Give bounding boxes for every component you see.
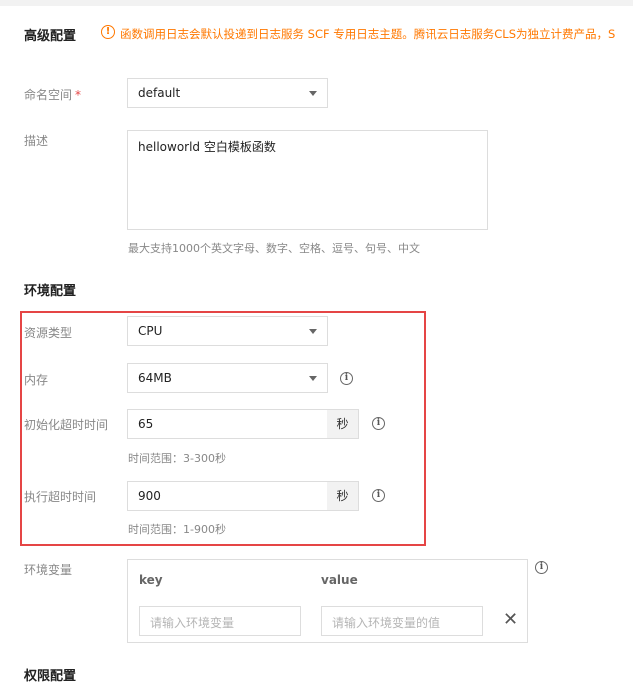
- namespace-label: 命名空间 *: [24, 86, 81, 103]
- memory-info-icon[interactable]: i: [340, 372, 353, 385]
- permissions-title: 权限配置: [24, 669, 77, 684]
- description-hint: 最大支持1000个英文字母、数字、空格、逗号、句号、中文: [128, 242, 420, 255]
- resource-type-value: CPU: [138, 324, 163, 338]
- init-timeout-value: 65: [138, 417, 154, 431]
- env-vars-label: 环境变量: [24, 563, 73, 577]
- init-timeout-unit: 秒: [327, 409, 359, 439]
- exec-timeout-hint: 时间范围：1-900秒: [128, 523, 226, 536]
- chevron-down-icon: [309, 329, 317, 334]
- env-value-header: value: [321, 573, 358, 587]
- resource-type-select[interactable]: CPU: [127, 316, 328, 346]
- warning-icon: !: [101, 25, 115, 39]
- exec-timeout-input[interactable]: 900: [127, 481, 328, 511]
- exec-timeout-unit: 秒: [327, 481, 359, 511]
- top-divider: [0, 0, 633, 6]
- env-vars-info-icon[interactable]: i: [535, 561, 548, 574]
- memory-select[interactable]: 64MB: [127, 363, 328, 393]
- exec-timeout-label: 执行超时时间: [24, 490, 97, 504]
- env-key-input[interactable]: 请输入环境变量: [139, 606, 301, 636]
- close-icon[interactable]: ✕: [503, 610, 518, 630]
- init-timeout-label: 初始化超时时间: [24, 418, 109, 432]
- description-textarea[interactable]: helloworld 空白模板函数: [127, 130, 488, 230]
- cls-notice: 函数调用日志会默认投递到日志服务 SCF 专用日志主题。腾讯云日志服务CLS为独…: [120, 27, 616, 41]
- memory-label: 内存: [24, 373, 49, 387]
- required-mark: *: [75, 88, 82, 102]
- description-label: 描述: [24, 134, 49, 148]
- namespace-label-text: 命名空间: [24, 88, 73, 102]
- env-value-input[interactable]: 请输入环境变量的值: [321, 606, 483, 636]
- namespace-value: default: [138, 86, 181, 100]
- init-timeout-input[interactable]: 65: [127, 409, 328, 439]
- env-key-header: key: [139, 573, 163, 587]
- env-config-title: 环境配置: [24, 284, 77, 299]
- namespace-select[interactable]: default: [127, 78, 328, 108]
- advanced-config-title: 高级配置: [24, 29, 77, 44]
- description-value: helloworld 空白模板函数: [138, 140, 276, 154]
- chevron-down-icon: [309, 91, 317, 96]
- resource-type-label: 资源类型: [24, 326, 73, 340]
- memory-value: 64MB: [138, 371, 172, 385]
- chevron-down-icon: [309, 376, 317, 381]
- init-timeout-hint: 时间范围：3-300秒: [128, 452, 226, 465]
- exec-timeout-info-icon[interactable]: i: [372, 489, 385, 502]
- init-timeout-info-icon[interactable]: i: [372, 417, 385, 430]
- exec-timeout-value: 900: [138, 489, 161, 503]
